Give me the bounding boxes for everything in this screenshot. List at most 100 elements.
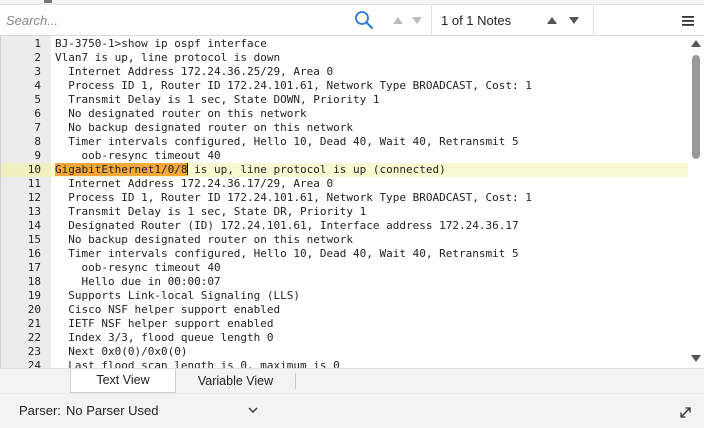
line-text: Supports Link-local Signaling (LLS)	[55, 289, 301, 302]
arrow-up-icon[interactable]	[545, 14, 559, 26]
search-input[interactable]	[6, 10, 351, 30]
line-text: BJ-3750-1>show ip ospf interface	[55, 37, 267, 50]
search-toolbar: 1 of 1 Notes	[0, 5, 704, 36]
notes-count: 1 of 1 Notes	[441, 13, 512, 28]
line-number: 14	[27, 219, 41, 232]
toolbar-divider	[593, 5, 594, 36]
arrow-up-icon[interactable]	[391, 14, 405, 26]
hamburger-menu-icon[interactable]	[681, 15, 695, 27]
line-number: 17	[27, 261, 41, 274]
line-text: Timer intervals configured, Hello 10, De…	[55, 135, 519, 148]
tab-variable-view[interactable]: Variable View	[176, 373, 296, 389]
line-number: 18	[27, 275, 41, 288]
text-editor[interactable]: 1 BJ-3750-1>show ip ospf interface 2 Vlan7 …	[0, 36, 704, 368]
editor-line[interactable]: 7 No backup designated router on this ne…	[1, 121, 689, 135]
line-number: 10	[27, 163, 41, 176]
line-text: Internet Address 172.24.36.25/29, Area 0	[55, 65, 334, 78]
line-number: 13	[27, 205, 41, 218]
line-text: oob-resync timeout 40	[55, 149, 221, 162]
line-number: 22	[27, 331, 41, 344]
editor-line[interactable]: 18 Hello due in 00:00:07	[1, 275, 689, 289]
editor-line[interactable]: 17 oob-resync timeout 40	[1, 261, 689, 275]
editor-line[interactable]: 5 Transmit Delay is 1 sec, State DOWN, P…	[1, 93, 689, 107]
line-text: Last flood scan length is 0, maximum is …	[55, 359, 340, 368]
line-text: oob-resync timeout 40	[55, 261, 221, 274]
scroll-down-icon[interactable]	[691, 355, 701, 362]
vertical-scrollbar[interactable]	[688, 36, 704, 368]
line-number: 7	[34, 121, 41, 134]
line-text: IETF NSF helper support enabled	[55, 317, 274, 330]
line-text: No designated router on this network	[55, 107, 307, 120]
line-text-rest: is up, line protocol is up (connected)	[187, 163, 446, 176]
arrow-down-icon[interactable]	[410, 14, 424, 26]
editor-line[interactable]: 11 Internet Address 172.24.36.17/29, Are…	[1, 177, 689, 191]
line-text: Process ID 1, Router ID 172.24.101.61, N…	[55, 79, 532, 92]
editor-line[interactable]: 19 Supports Link-local Signaling (LLS)	[1, 289, 689, 303]
editor-line[interactable]: 24 Last flood scan length is 0, maximum …	[1, 359, 689, 368]
toolbar-divider	[431, 5, 432, 36]
editor-line[interactable]: 20 Cisco NSF helper support enabled	[1, 303, 689, 317]
editor-line[interactable]: 12 Process ID 1, Router ID 172.24.101.61…	[1, 191, 689, 205]
editor-line[interactable]: 4 Process ID 1, Router ID 172.24.101.61,…	[1, 79, 689, 93]
line-number: 9	[34, 149, 41, 162]
panel-grip	[44, 0, 52, 3]
status-bar: Parser: No Parser Used	[0, 393, 704, 428]
scrollbar-thumb[interactable]	[692, 55, 700, 159]
line-number: 12	[27, 191, 41, 204]
search-highlight: GigabitEthernet1/0/8	[55, 163, 188, 176]
line-text: Designated Router (ID) 172.24.101.61, In…	[55, 219, 519, 232]
line-number: 8	[34, 135, 41, 148]
editor-line[interactable]: 10 GigabitEthernet1/0/8 is up, line proto…	[1, 163, 689, 177]
line-number: 16	[27, 247, 41, 260]
editor-line[interactable]: 22 Index 3/3, flood queue length 0	[1, 331, 689, 345]
editor-line[interactable]: 13 Transmit Delay is 1 sec, State DR, Pr…	[1, 205, 689, 219]
line-number: 5	[34, 93, 41, 106]
editor-line[interactable]: 23 Next 0x0(0)/0x0(0)	[1, 345, 689, 359]
editor-line[interactable]: 2 Vlan7 is up, line protocol is down	[1, 51, 689, 65]
line-number: 1	[34, 37, 41, 50]
line-number: 23	[27, 345, 41, 358]
tab-text-view[interactable]: Text View	[70, 369, 176, 393]
line-text: Index 3/3, flood queue length 0	[55, 331, 274, 344]
line-number: 21	[27, 317, 41, 330]
parser-dropdown[interactable]: No Parser Used	[66, 400, 262, 422]
editor-line[interactable]: 3 Internet Address 172.24.36.25/29, Area…	[1, 65, 689, 79]
line-text: Next 0x0(0)/0x0(0)	[55, 345, 188, 358]
line-number: 4	[34, 79, 41, 92]
editor-line[interactable]: 8 Timer intervals configured, Hello 10, …	[1, 135, 689, 149]
editor-line[interactable]: 15 No backup designated router on this n…	[1, 233, 689, 247]
line-number: 15	[27, 233, 41, 246]
line-text: Transmit Delay is 1 sec, State DR, Prior…	[55, 205, 367, 218]
line-number: 11	[27, 177, 41, 190]
scroll-up-icon[interactable]	[691, 40, 701, 47]
line-number: 19	[27, 289, 41, 302]
parser-label: Parser:	[19, 403, 61, 418]
view-tabs: Text View Variable View	[0, 368, 704, 393]
line-text: Cisco NSF helper support enabled	[55, 303, 281, 316]
line-text: Vlan7 is up, line protocol is down	[55, 51, 281, 64]
arrow-down-icon[interactable]	[567, 14, 581, 26]
line-number: 20	[27, 303, 41, 316]
line-text: No backup designated router on this netw…	[55, 121, 354, 134]
expand-icon[interactable]	[679, 406, 692, 419]
line-number: 6	[34, 107, 41, 120]
editor-line[interactable]: 9 oob-resync timeout 40	[1, 149, 689, 163]
line-text: Timer intervals configured, Hello 10, De…	[55, 247, 519, 260]
chevron-down-icon	[248, 407, 258, 413]
line-text: Transmit Delay is 1 sec, State DOWN, Pri…	[55, 93, 380, 106]
line-text: Process ID 1, Router ID 172.24.101.61, N…	[55, 191, 532, 204]
line-text: No backup designated router on this netw…	[55, 233, 354, 246]
editor-line[interactable]: 14 Designated Router (ID) 172.24.101.61,…	[1, 219, 689, 233]
editor-line[interactable]: 16 Timer intervals configured, Hello 10,…	[1, 247, 689, 261]
line-text: Internet Address 172.24.36.17/29, Area 0	[55, 177, 334, 190]
line-text: Hello due in 00:00:07	[55, 275, 221, 288]
editor-line[interactable]: 6 No designated router on this network	[1, 107, 689, 121]
search-icon[interactable]	[354, 10, 374, 30]
editor-lines: 1 BJ-3750-1>show ip ospf interface 2 Vlan7 …	[1, 37, 689, 368]
line-number: 24	[27, 359, 41, 368]
editor-line[interactable]: 21 IETF NSF helper support enabled	[1, 317, 689, 331]
parser-value: No Parser Used	[66, 403, 159, 418]
editor-line[interactable]: 1 BJ-3750-1>show ip ospf interface	[1, 37, 689, 51]
line-text: GigabitEthernet1/0/8 is up, line protoco…	[55, 163, 446, 177]
line-number: 3	[34, 65, 41, 78]
